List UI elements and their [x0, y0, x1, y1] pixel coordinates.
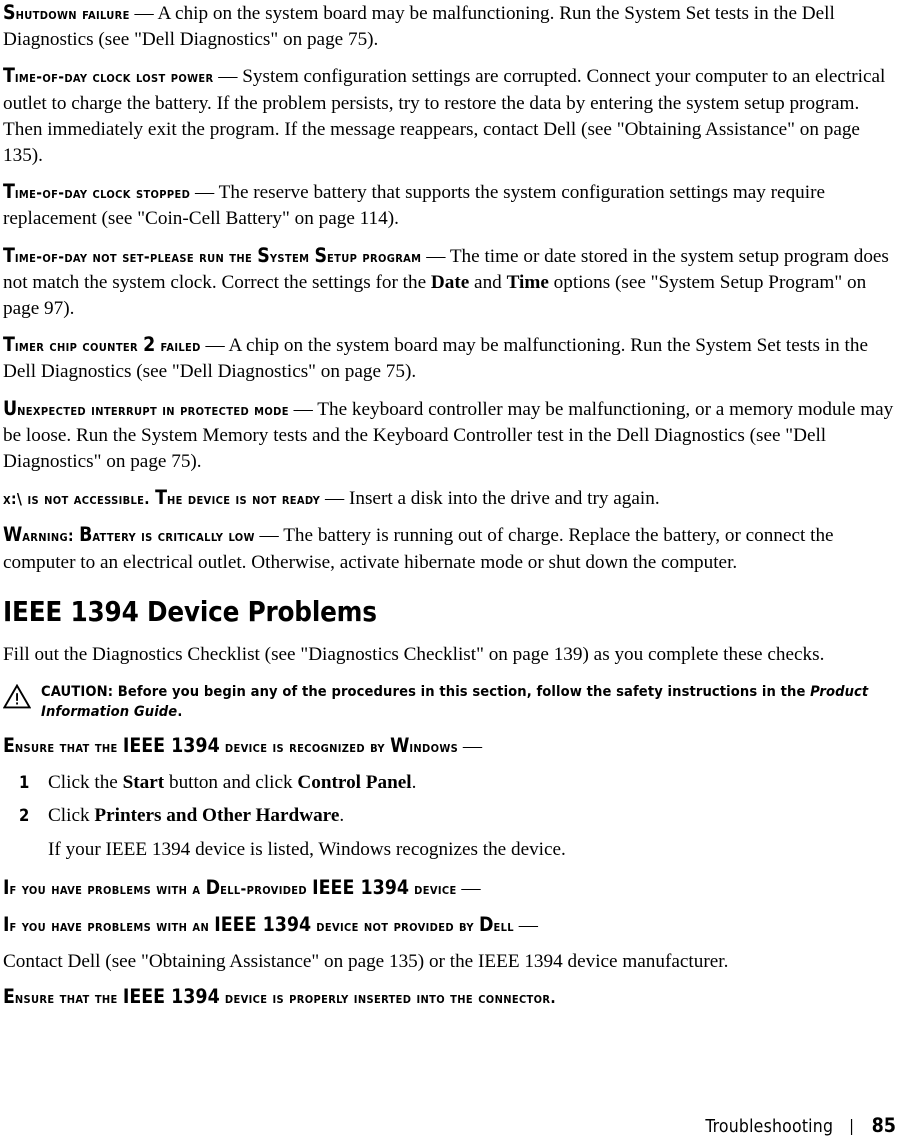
caution-text: CAUTION: Before you begin any of the pro… [41, 682, 896, 721]
step-text-part1: Click [48, 805, 95, 827]
term-dash: — [320, 488, 349, 510]
term-dash: — [456, 878, 481, 900]
check-term: If you have problems with a Dell-provide… [3, 876, 457, 900]
term-dash: — [288, 398, 318, 420]
message-term: Warning: Battery is critically low [3, 523, 255, 547]
page-footer: Troubleshooting | 85 [0, 1114, 896, 1137]
term-dash: — [200, 335, 229, 357]
step-number: 1 [19, 773, 30, 793]
term-dash: — [513, 915, 538, 937]
step-bold-control-panel: Control Panel [297, 772, 412, 794]
message-body-part2: and [469, 271, 507, 293]
list-item: 2 Click Printers and Other Hardware. [3, 803, 896, 829]
term-dash: — [254, 525, 284, 547]
option-time: Time [506, 271, 549, 293]
check-term: Ensure that the IEEE 1394 device is reco… [3, 734, 459, 758]
footer-page-number: 85 [871, 1114, 896, 1137]
caution-text-before: Before you begin any of the procedures i… [113, 683, 811, 701]
message-tod-clock-stopped: Time-of-day clock stopped — The reserve … [3, 179, 896, 232]
step-note: If your IEEE 1394 device is listed, Wind… [48, 839, 566, 861]
check-ensure-recognized-by-windows: Ensure that the IEEE 1394 device is reco… [3, 733, 896, 760]
term-dash: — [458, 736, 483, 758]
warning-triangle-icon [3, 682, 33, 709]
step-text-part3: . [339, 805, 345, 827]
list-item: 1 Click the Start button and click Contro… [3, 770, 896, 796]
document-page: Shutdown failure — A chip on the system … [0, 0, 900, 1145]
message-term: Unexpected interrupt in protected mode [3, 396, 289, 420]
message-tod-not-set: Time-of-day not set-please run the Syste… [3, 243, 896, 323]
caution-block: CAUTION: Before you begin any of the pro… [3, 682, 896, 721]
message-term: Shutdown failure [3, 1, 130, 24]
caution-label: CAUTION: [41, 683, 114, 701]
check-device-properly-inserted: Ensure that the IEEE 1394 device is prop… [3, 984, 896, 1011]
page-content: Shutdown failure — A chip on the system … [3, 0, 896, 1021]
steps-list: 1 Click the Start button and click Contro… [3, 770, 896, 829]
contact-dell-text: Contact Dell (see "Obtaining Assistance"… [3, 951, 729, 973]
check-term: Ensure that the IEEE 1394 device is prop… [3, 985, 556, 1009]
message-battery-critically-low: Warning: Battery is critically low — The… [3, 522, 896, 575]
message-body: Insert a disk into the drive and try aga… [348, 488, 660, 510]
term-dash: — [129, 3, 158, 24]
step-bold-start: Start [122, 772, 165, 794]
step-bold-printers-hardware: Printers and Other Hardware [94, 805, 340, 827]
footer-separator: | [849, 1116, 854, 1135]
footer-chapter-name: Troubleshooting [705, 1117, 834, 1137]
message-unexpected-interrupt: Unexpected interrupt in protected mode —… [3, 396, 896, 476]
check-non-dell-provided-device: If you have problems with an IEEE 1394 d… [3, 912, 896, 939]
section-heading: IEEE 1394 Device Problems [3, 595, 377, 628]
check-dell-provided-device: If you have problems with a Dell-provide… [3, 875, 896, 902]
term-dash: — [190, 182, 219, 204]
option-date: Date [430, 271, 470, 293]
message-term: Timer chip counter 2 failed [3, 333, 201, 357]
message-drive-not-accessible: x:\ is not accessible. The device is not… [3, 485, 896, 512]
check-term: If you have problems with an IEEE 1394 d… [3, 913, 514, 937]
section-intro: Fill out the Diagnostics Checklist (see … [3, 643, 825, 665]
step-text-part1: Click the [48, 772, 123, 794]
message-shutdown-failure: Shutdown failure — A chip on the system … [3, 0, 896, 53]
step-number: 2 [19, 806, 30, 826]
term-dash: — [421, 245, 450, 267]
term-dash: — [213, 66, 243, 88]
step-text-part3: . [411, 772, 417, 794]
message-timer-chip-counter-2-failed: Timer chip counter 2 failed — A chip on … [3, 332, 896, 385]
message-term: Time-of-day clock lost power [3, 64, 214, 88]
message-tod-clock-lost-power: Time-of-day clock lost power — System co… [3, 63, 896, 169]
message-term: Time-of-day clock stopped [3, 180, 191, 204]
message-term: x:\ is not accessible. The device is not… [3, 486, 321, 510]
message-term: Time-of-day not set-please run the Syste… [3, 243, 422, 267]
caution-text-after: . [177, 702, 183, 720]
step-text-part2: button and click [164, 772, 298, 794]
